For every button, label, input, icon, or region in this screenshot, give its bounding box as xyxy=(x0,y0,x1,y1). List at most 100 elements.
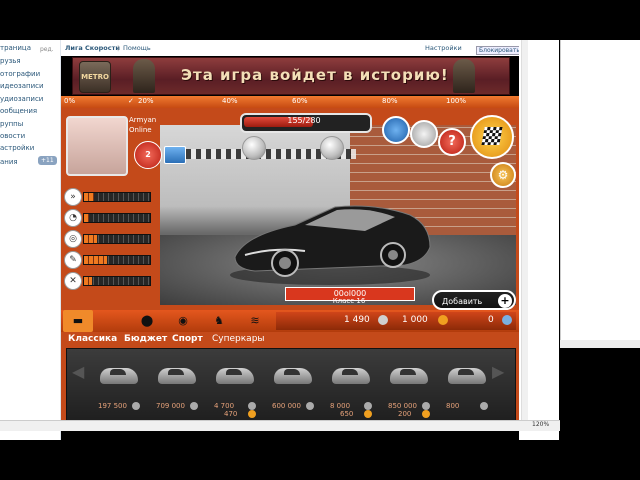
scroll-right-icon[interactable]: ▶ xyxy=(492,362,504,381)
race-flag-button[interactable] xyxy=(470,115,514,159)
slot-orb-right[interactable] xyxy=(320,136,344,160)
background-window-status xyxy=(560,340,640,348)
player-avatar[interactable] xyxy=(66,116,128,176)
player-car[interactable] xyxy=(225,195,435,285)
silver-coin-icon xyxy=(378,315,388,325)
progress-mark-60: 60% xyxy=(292,97,308,105)
stat-bar-fill xyxy=(84,193,94,201)
tuning-icon[interactable]: ≋ xyxy=(244,313,266,329)
garage-car-icon: ▬ xyxy=(72,314,84,327)
wrench-icon: ✎ xyxy=(64,251,82,269)
notes-icon[interactable] xyxy=(410,120,438,148)
background-window xyxy=(560,40,640,344)
player-level-badge: 2 xyxy=(134,141,162,169)
topbar-separator: | xyxy=(117,44,120,52)
block-button[interactable]: Блокировать xyxy=(476,46,523,55)
category-sport[interactable]: Спорт xyxy=(172,334,203,344)
social-sidebar: траница ред. рузья отографии идеозаписи … xyxy=(0,40,61,440)
tire-shop-icon[interactable]: ⬤ xyxy=(136,313,158,329)
steering-icon: ◎ xyxy=(64,230,82,248)
help-link[interactable]: Помощь xyxy=(123,44,151,52)
shop-car-gold-price: 470 xyxy=(224,410,238,418)
help-icon[interactable]: ? xyxy=(438,128,466,156)
shop-car-item[interactable] xyxy=(154,360,200,390)
sidebar-item-news[interactable]: овости xyxy=(0,132,25,140)
players-icon[interactable] xyxy=(382,116,410,144)
blue-coin-icon xyxy=(502,315,512,325)
notification-badge[interactable]: +11 xyxy=(38,156,57,165)
stat-row: ✕ xyxy=(64,272,152,290)
shop-car-price: 8 000 xyxy=(330,402,351,410)
progress-mark-0: 0% xyxy=(64,97,76,105)
sidebar-item-apps[interactable]: ания xyxy=(0,158,18,166)
stat-bar xyxy=(83,234,151,244)
gold-coin-icon xyxy=(438,315,448,325)
add-button[interactable]: Добавить + xyxy=(432,290,516,310)
shop-car-item[interactable] xyxy=(328,360,374,390)
sidebar-item-videos[interactable]: идеозаписи xyxy=(0,82,44,90)
shop-car-price: 197 500 xyxy=(98,402,127,410)
shop-car-window xyxy=(226,369,242,375)
stat-row: ◎ xyxy=(64,230,152,248)
soldier-image-right xyxy=(453,59,475,93)
category-budget[interactable]: Бюджет xyxy=(124,334,167,344)
stat-row: ✎ xyxy=(64,251,152,269)
sidebar-item-groups[interactable]: руппы xyxy=(0,120,23,128)
sidebar-item-settings[interactable]: астройки xyxy=(0,144,34,152)
stat-row: ◔ xyxy=(64,209,152,227)
price-coin-icon xyxy=(422,402,430,410)
stat-bar xyxy=(83,255,151,265)
shop-car-price: 709 000 xyxy=(156,402,185,410)
price-coin-icon xyxy=(190,402,198,410)
shop-car-item[interactable] xyxy=(212,360,258,390)
stat-bar-fill xyxy=(84,277,92,285)
sidebar-item-friends[interactable]: рузья xyxy=(0,57,21,65)
sidebar-item-photos[interactable]: отографии xyxy=(0,70,40,78)
progress-mark-20: 20% xyxy=(138,97,154,105)
sidebar-edit-link[interactable]: ред. xyxy=(40,46,54,53)
progress-mark-40: 40% xyxy=(222,97,238,105)
sidebar-item-page[interactable]: траница xyxy=(0,44,31,52)
gold-amount: 1 000 xyxy=(402,315,428,325)
banner-ad[interactable]: METRO 2033 Эта игра войдет в историю! xyxy=(72,57,510,95)
zoom-level[interactable]: 120% xyxy=(532,421,549,428)
shop-car-window xyxy=(110,369,126,375)
speed-icon: » xyxy=(64,188,82,206)
shop-car-window xyxy=(168,369,184,375)
eye-icon[interactable]: ◉ xyxy=(172,313,194,329)
category-supercars[interactable]: Суперкары xyxy=(212,334,265,344)
garage-card-icon[interactable] xyxy=(164,146,186,164)
settings-gear-icon[interactable]: ⚙ xyxy=(490,162,516,188)
money-strip xyxy=(276,312,516,330)
player-name[interactable]: Armyan xyxy=(129,116,156,124)
shop-car-item[interactable] xyxy=(96,360,142,390)
price-coin-icon xyxy=(480,402,488,410)
scrollbar[interactable] xyxy=(521,40,528,420)
stat-bar xyxy=(83,213,151,223)
checkered-flag-icon xyxy=(481,127,503,145)
category-classic[interactable]: Классика xyxy=(68,334,117,344)
slot-orb-left[interactable] xyxy=(242,136,266,160)
progress-mark-80: 80% xyxy=(382,97,398,105)
shop-car-window xyxy=(284,369,300,375)
app-title-link[interactable]: Лига Скорости xyxy=(65,44,120,52)
progress-check-icon: ✓ xyxy=(128,97,134,105)
soldier-image xyxy=(133,59,155,93)
sidebar-item-audio[interactable]: удиозаписи xyxy=(0,95,43,103)
mechanic-icon[interactable]: ♞ xyxy=(208,313,230,329)
shop-car-item[interactable] xyxy=(444,360,490,390)
shop-car-price: 4 700 xyxy=(214,402,235,410)
plus-icon: + xyxy=(498,294,512,308)
sidebar-item-messages[interactable]: ообщения xyxy=(0,107,37,115)
price-coin-icon xyxy=(132,402,140,410)
settings-link[interactable]: Настройки xyxy=(425,44,462,52)
shop-car-item[interactable] xyxy=(386,360,432,390)
stat-row: » xyxy=(64,188,152,206)
player-status: Online xyxy=(129,126,152,134)
shop-car-item[interactable] xyxy=(270,360,316,390)
browser-statusbar xyxy=(0,420,560,431)
gold-coin-icon xyxy=(248,410,256,418)
gauge-icon: ◔ xyxy=(64,209,82,227)
scroll-left-icon[interactable]: ◀ xyxy=(72,362,84,381)
shop-car-price: 600 000 xyxy=(272,402,301,410)
